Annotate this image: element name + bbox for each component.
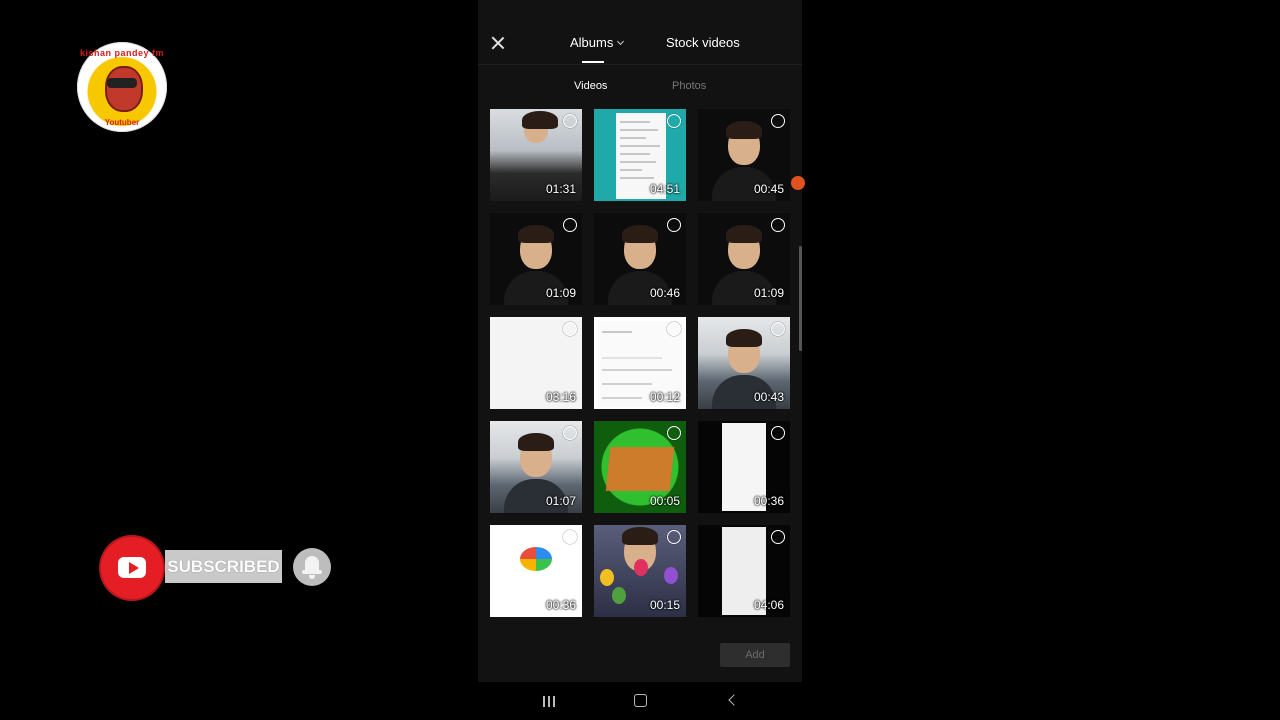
header-divider (478, 64, 802, 65)
channel-logo: kishan pandey fm Youtuber (77, 42, 167, 132)
video-duration: 00:36 (753, 494, 784, 508)
youtube-play-icon (101, 537, 163, 599)
select-circle-icon[interactable] (667, 322, 681, 336)
video-tile[interactable]: 00:05 (594, 421, 686, 513)
video-tile[interactable]: 00:36 (698, 421, 790, 513)
video-duration: 00:12 (649, 390, 680, 404)
subtab-videos[interactable]: Videos (574, 80, 607, 92)
video-tile[interactable]: 04:06 (698, 525, 790, 617)
close-icon[interactable] (488, 33, 508, 53)
tab-albums-label: Albums (570, 35, 614, 50)
media-picker-screen: Albums Stock videos Videos Photos 01:31 (478, 0, 805, 720)
add-button[interactable]: Add (720, 643, 790, 667)
video-tile[interactable]: 04:51 (594, 109, 686, 201)
video-duration: 01:07 (545, 494, 576, 508)
subtab-photos[interactable]: Photos (672, 80, 706, 92)
video-duration: 00:45 (753, 182, 784, 196)
select-circle-icon[interactable] (771, 114, 785, 128)
tab-albums[interactable]: Albums (570, 35, 625, 50)
video-tile[interactable]: 03:16 (490, 317, 582, 409)
video-duration: 01:09 (753, 286, 784, 300)
floating-record-dot[interactable] (791, 176, 805, 190)
video-duration: 00:05 (649, 494, 680, 508)
select-circle-icon[interactable] (771, 322, 785, 336)
select-circle-icon[interactable] (667, 530, 681, 544)
recent-apps-icon[interactable] (543, 696, 557, 707)
video-duration: 00:43 (753, 390, 784, 404)
video-duration: 01:31 (545, 182, 576, 196)
select-circle-icon[interactable] (667, 114, 681, 128)
video-tile[interactable]: 00:15 (594, 525, 686, 617)
video-tile[interactable]: 01:07 (490, 421, 582, 513)
video-tile[interactable]: 00:36 (490, 525, 582, 617)
logo-bottom-text: Youtuber (104, 118, 140, 127)
subscribed-label: SUBSCRIBED (165, 550, 282, 583)
video-duration: 04:51 (649, 182, 680, 196)
select-circle-icon[interactable] (563, 218, 577, 232)
video-duration: 04:06 (753, 598, 784, 612)
bell-icon (293, 548, 331, 586)
select-circle-icon[interactable] (667, 218, 681, 232)
select-circle-icon[interactable] (667, 426, 681, 440)
select-circle-icon[interactable] (563, 114, 577, 128)
select-circle-icon[interactable] (771, 426, 785, 440)
logo-visor (107, 78, 137, 88)
back-icon[interactable] (728, 694, 740, 706)
select-circle-icon[interactable] (563, 426, 577, 440)
system-nav-bar (478, 682, 802, 720)
logo-top-text: kishan pandey fm (79, 48, 165, 58)
select-circle-icon[interactable] (563, 530, 577, 544)
tab-stock-videos[interactable]: Stock videos (666, 35, 740, 50)
video-duration: 01:09 (545, 286, 576, 300)
video-duration: 03:16 (545, 390, 576, 404)
scrollbar[interactable] (799, 246, 802, 351)
video-duration: 00:36 (545, 598, 576, 612)
video-duration: 00:46 (649, 286, 680, 300)
video-tile[interactable]: 00:45 (698, 109, 790, 201)
select-circle-icon[interactable] (771, 218, 785, 232)
video-tile[interactable]: 00:46 (594, 213, 686, 305)
video-duration: 00:15 (649, 598, 680, 612)
logo-face (105, 66, 143, 112)
active-tab-indicator (582, 61, 604, 63)
chevron-down-icon (617, 37, 625, 46)
video-tile[interactable]: 01:31 (490, 109, 582, 201)
video-tile[interactable]: 00:12 (594, 317, 686, 409)
video-tile[interactable]: 01:09 (490, 213, 582, 305)
home-icon[interactable] (634, 694, 647, 707)
select-circle-icon[interactable] (771, 530, 785, 544)
video-tile[interactable]: 00:43 (698, 317, 790, 409)
select-circle-icon[interactable] (563, 322, 577, 336)
video-tile[interactable]: 01:09 (698, 213, 790, 305)
